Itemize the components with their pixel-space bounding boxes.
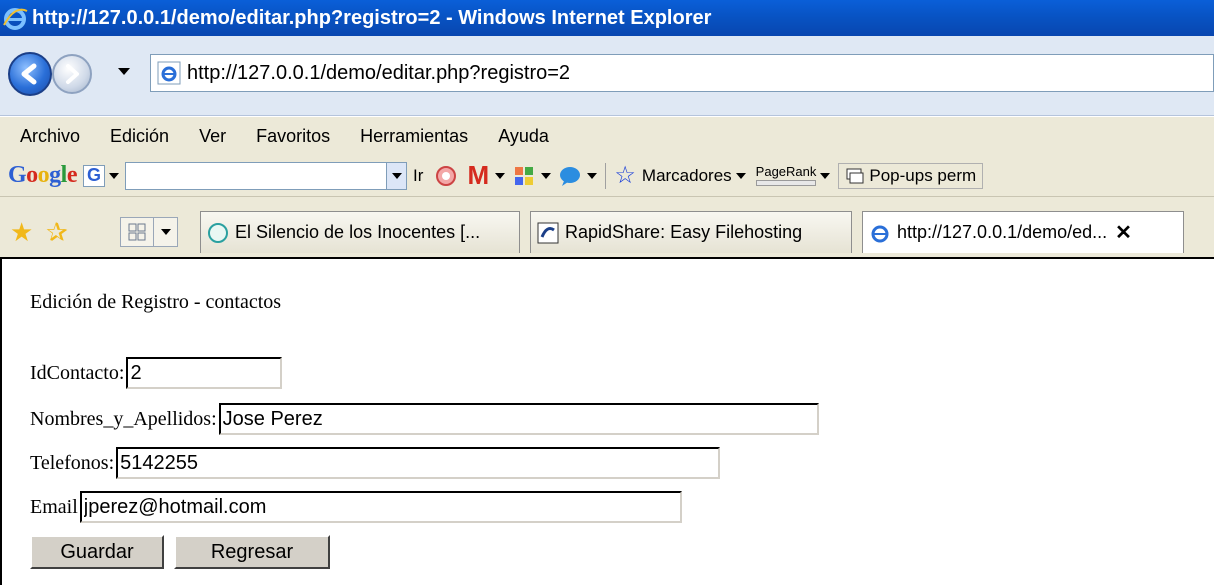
chat-dropdown[interactable] [587,172,598,179]
menu-archivo[interactable]: Archivo [20,126,80,147]
menu-ayuda[interactable]: Ayuda [498,126,549,147]
window-title: http://127.0.0.1/demo/editar.php?registr… [32,6,712,29]
popup-blocker-button[interactable]: Pop-ups perm [838,162,984,189]
add-favorites-icon[interactable]: ✰ [46,217,68,248]
pagerank-indicator: PageRank [755,164,817,186]
toolbar-separator [605,162,607,189]
gmail-icon[interactable]: M [465,160,491,190]
pagerank-label: PageRank [755,164,817,179]
popup-icon [846,168,864,183]
bookmarks-button[interactable]: Marcadores [642,166,732,186]
bookmark-star-icon[interactable]: ☆ [614,161,636,190]
recent-pages-dropdown[interactable] [118,68,130,75]
address-bar: http://127.0.0.1/demo/editar.php?registr… [0,36,1214,116]
google-menu-dropdown[interactable] [109,172,119,179]
internet-explorer-icon [3,8,28,30]
url-field[interactable]: http://127.0.0.1/demo/editar.php?registr… [150,54,1214,92]
id-field[interactable] [126,357,283,389]
gmail-dropdown[interactable] [495,172,506,179]
pagerank-dropdown[interactable] [820,172,831,179]
ie-page-icon [871,225,889,242]
tab-title: http://127.0.0.1/demo/ed... [897,222,1108,242]
menu-herramientas[interactable]: Herramientas [360,126,468,147]
page-title: Edición de Registro - contactos [30,291,282,313]
quick-tabs-button[interactable] [120,217,154,247]
google-logo: Google [8,162,78,188]
form-row-phone: Telefonos: [30,447,721,479]
bookmarks-dropdown[interactable] [735,172,746,179]
phone-field[interactable] [116,447,721,479]
phone-label: Telefonos: [30,451,115,474]
news-icon[interactable] [433,163,459,189]
url-text: http://127.0.0.1/demo/editar.php?registr… [187,61,571,84]
puzzle-dropdown[interactable] [541,172,552,179]
form-actions: Guardar Regresar [30,535,350,571]
name-field[interactable] [218,403,819,435]
tab-silencio[interactable]: El Silencio de los Inocentes [... [200,211,520,253]
name-label: Nombres_y_Apellidos: [30,407,217,430]
page-content: Edición de Registro - contactos IdContac… [0,259,1214,585]
google-search-input[interactable] [125,161,387,190]
tabs-row: ★ ✰ El Silencio de los Inocentes [... Ra… [0,197,1214,259]
google-toolbar: Google G Ir M ☆ Marcadores PageRank Pop-… [0,155,1214,197]
close-tab-icon[interactable]: ✕ [1115,220,1132,245]
tab-title: RapidShare: Easy Filehosting [565,222,803,242]
ie-page-icon [157,61,181,85]
window-titlebar: http://127.0.0.1/demo/editar.php?registr… [0,0,1214,36]
menu-favoritos[interactable]: Favoritos [256,126,330,147]
form-row-email: Email [30,491,682,523]
email-field[interactable] [79,491,682,523]
forward-button[interactable] [52,54,92,94]
google-g-icon[interactable]: G [83,164,105,187]
back-button[interactable] [8,52,52,96]
popup-label: Pop-ups perm [869,165,977,185]
back-arrow-icon [21,63,37,85]
email-label: Email [30,495,78,518]
tab-list-dropdown[interactable] [154,217,178,247]
tab-title: El Silencio de los Inocentes [... [235,222,481,242]
id-label: IdContacto: [30,361,125,384]
tab-current[interactable]: http://127.0.0.1/demo/ed... ✕ [862,211,1184,253]
tab-rapidshare[interactable]: RapidShare: Easy Filehosting [530,211,852,253]
menu-ver[interactable]: Ver [199,126,226,147]
go-button[interactable]: Ir [413,166,423,186]
menu-bar: Archivo Edición Ver Favoritos Herramient… [0,117,1214,155]
chat-icon[interactable] [557,163,583,189]
back-button-form[interactable]: Regresar [174,535,330,569]
quick-tabs-icon [128,223,146,241]
forward-arrow-icon [66,64,79,84]
google-search-dropdown[interactable] [387,161,407,190]
menu-edicion[interactable]: Edición [110,126,169,147]
favorites-center-icon[interactable]: ★ [10,217,33,248]
form-row-id: IdContacto: [30,357,283,389]
save-button[interactable]: Guardar [30,535,164,569]
globe-icon [208,222,228,243]
rapidshare-icon [537,222,559,243]
form-row-name: Nombres_y_Apellidos: [30,403,819,435]
pagerank-bar [756,180,817,186]
puzzle-icon[interactable] [511,163,537,189]
